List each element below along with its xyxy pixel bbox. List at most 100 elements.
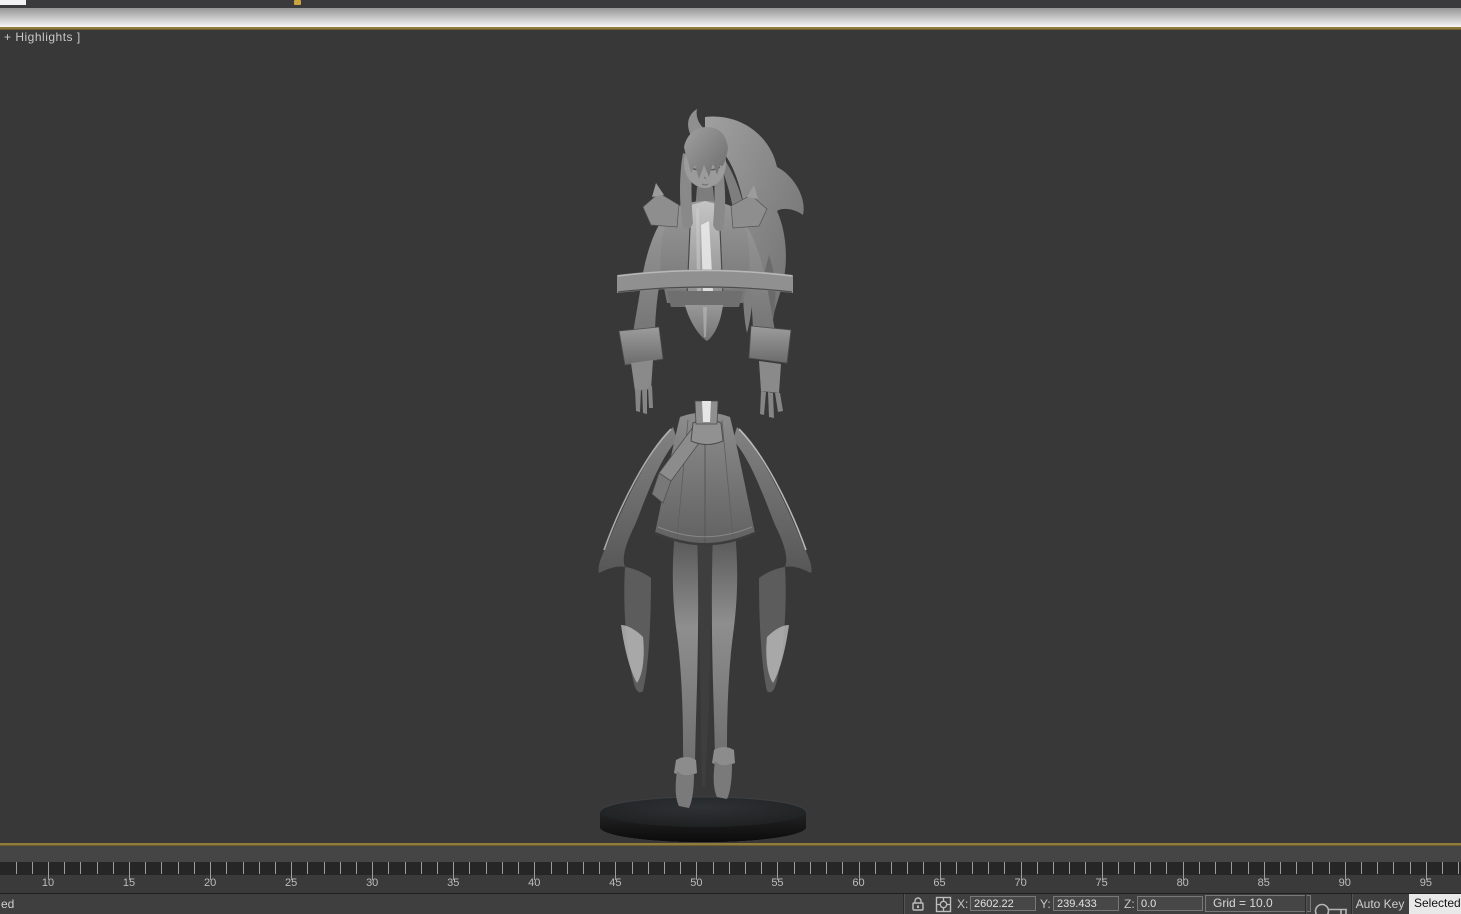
ruler-frame-label: 10 (41, 877, 55, 889)
ruler-frame-label: 60 (852, 877, 865, 889)
ruler-minor-tick (1053, 862, 1055, 874)
status-message: ed (1, 897, 15, 911)
trackbar-strip (0, 846, 1461, 862)
ruler-minor-tick (388, 862, 390, 874)
time-slider-ruler[interactable]: 10 15 20 25 30 35 40 45 50 55 60 65 70 75 80 85 90 95 (0, 862, 1461, 894)
ruler-minor-tick (1442, 862, 1444, 874)
ruler-minor-tick (1361, 862, 1362, 874)
ruler-minor-tick (745, 862, 747, 874)
ruler-minor-tick (518, 862, 520, 874)
ruler-frame-label: 90 (1338, 877, 1351, 889)
ruler-minor-tick (469, 862, 471, 874)
y-coordinate-label: Y: (1040, 897, 1051, 911)
model-base (599, 796, 807, 842)
ruler-frame-label: 20 (203, 877, 217, 889)
ruler-minor-tick (1231, 862, 1233, 874)
ruler-minor-tick (1458, 862, 1460, 874)
ruler-minor-tick (1328, 862, 1330, 874)
ruler-minor-tick (1247, 862, 1249, 874)
ruler-minor-tick (96, 862, 98, 874)
ruler-minor-tick (663, 862, 665, 874)
ruler-frame-label: 40 (528, 877, 541, 889)
ruler-frame-label: 35 (447, 877, 460, 889)
ruler-minor-tick (680, 862, 682, 874)
ruler-minor-tick (647, 862, 649, 874)
ruler-minor-tick (1312, 862, 1314, 874)
ruler-frame-label: 85 (1257, 877, 1270, 889)
statusbar-separator (903, 894, 905, 914)
ruler-minor-tick (420, 862, 422, 874)
ruler-minor-tick (582, 862, 584, 874)
perspective-viewport[interactable]: + Highlights ] (0, 30, 1461, 843)
ruler-minor-tick (793, 862, 795, 874)
ruler-minor-tick (1069, 862, 1071, 874)
ruler-frame-label: 65 (933, 877, 946, 889)
ruler-minor-tick (31, 862, 33, 874)
ruler-minor-tick (258, 862, 260, 874)
ruler-minor-tick (193, 862, 195, 874)
ruler-minor-tick (1150, 862, 1152, 874)
toolbar-gradient-strip (0, 8, 1461, 27)
character-model[interactable] (555, 105, 855, 850)
ruler-minor-tick (1117, 862, 1119, 874)
ruler-minor-tick (1279, 862, 1281, 874)
ruler-minor-tick (1198, 862, 1200, 874)
ruler-minor-tick (1134, 862, 1136, 874)
ruler-minor-tick (1409, 862, 1411, 874)
ruler-minor-tick (988, 862, 990, 874)
ruler-minor-tick (161, 862, 163, 874)
set-key-icon[interactable] (1313, 902, 1351, 914)
ruler-frame-label: 30 (366, 877, 379, 889)
ruler-minor-tick (971, 862, 973, 874)
ruler-minor-tick (955, 862, 957, 874)
status-bar: ed X: Y: Z: Grid = 10.0 Auto Key Selecte… (0, 894, 1461, 914)
ruler-minor-tick (631, 862, 633, 874)
statusbar-separator (1305, 894, 1307, 914)
ruler-minor-tick (826, 862, 828, 874)
ruler-minor-tick (80, 862, 82, 874)
ruler-frame-label: 70 (1014, 877, 1027, 889)
ruler-minor-tick (1393, 862, 1395, 874)
ruler-minor-tick (226, 862, 228, 874)
ruler-minor-tick (177, 862, 179, 874)
ruler-minor-tick (339, 862, 341, 874)
x-coordinate-label: X: (957, 897, 969, 911)
y-coordinate-field[interactable] (1053, 896, 1119, 911)
model-lower-body (598, 400, 812, 808)
ruler-minor-tick (112, 862, 114, 874)
key-filter-selected-dropdown[interactable]: Selected (1409, 894, 1461, 914)
ruler-frame-label: 50 (690, 877, 703, 889)
ruler-minor-tick (242, 862, 244, 874)
ruler-minor-tick (712, 862, 714, 874)
ruler-minor-tick (761, 862, 763, 874)
selection-lock-padlock-icon[interactable] (910, 896, 926, 912)
ruler-minor-tick (566, 862, 568, 874)
ruler-minor-tick (437, 862, 439, 874)
ruler-frame-label: 55 (771, 877, 784, 889)
ruler-minor-tick (1036, 862, 1038, 874)
ruler-minor-tick (1296, 862, 1298, 874)
ruler-frame-label: 25 (285, 877, 298, 889)
ruler-minor-tick (890, 862, 892, 874)
ruler-minor-tick (1377, 862, 1379, 874)
ruler-minor-tick (874, 862, 876, 874)
toolbar-fragment (0, 0, 26, 5)
ruler-minor-tick (307, 862, 309, 874)
z-coordinate-field[interactable] (1137, 896, 1203, 911)
ruler-frame-label: 75 (1095, 877, 1108, 889)
ruler-minor-tick (323, 862, 325, 874)
ruler-frame-label: 45 (609, 877, 622, 889)
absolute-mode-crosshair-icon[interactable] (935, 896, 952, 913)
ruler-minor-tick (599, 862, 601, 874)
x-coordinate-field[interactable] (970, 896, 1036, 911)
viewport-label[interactable]: + Highlights ] (4, 30, 81, 44)
auto-key-button[interactable]: Auto Key (1354, 894, 1406, 914)
ruler-frame-label: 95 (1419, 877, 1432, 889)
3ds-max-window: + Highlights ] 10 15 20 25 30 35 40 45 5… (0, 0, 1461, 914)
ruler-minor-tick (1166, 862, 1168, 874)
ruler-minor-tick (274, 862, 276, 874)
ruler-minor-tick (355, 862, 357, 874)
ruler-minor-tick (550, 862, 552, 874)
z-coordinate-label: Z: (1124, 897, 1135, 911)
toolbar-icon-fragment (294, 0, 301, 5)
